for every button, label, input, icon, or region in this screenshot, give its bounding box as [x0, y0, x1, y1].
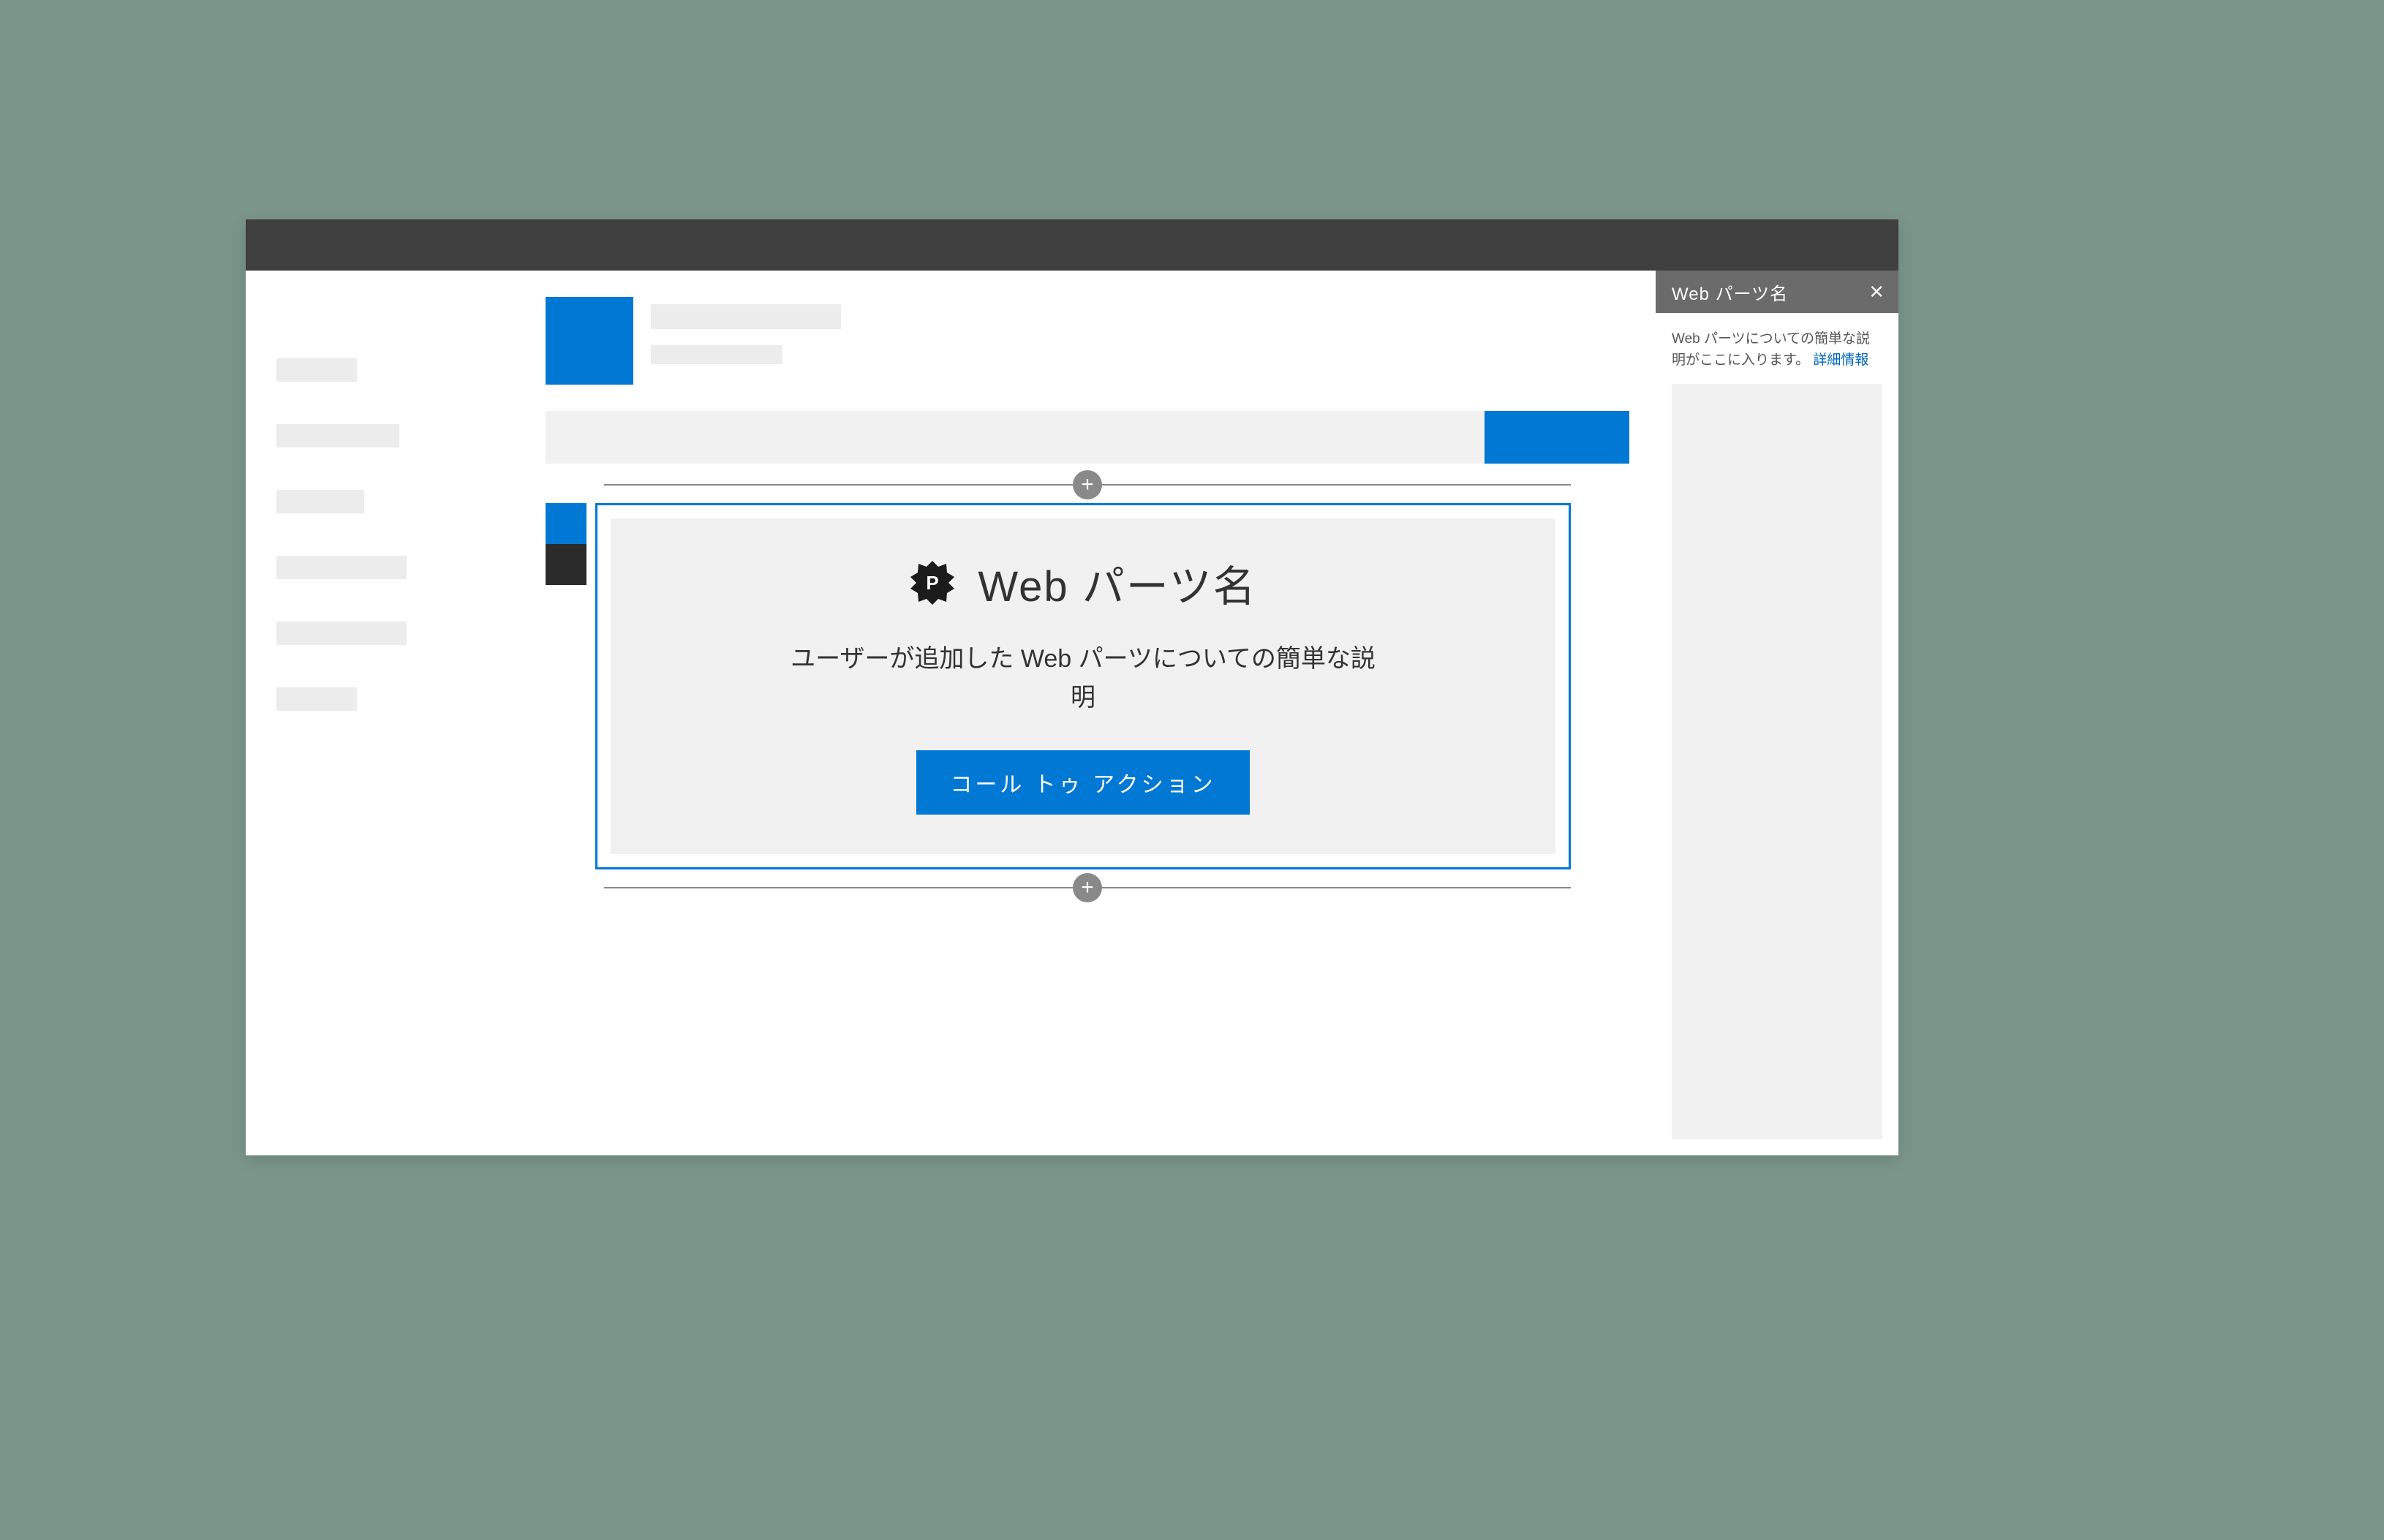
left-nav	[246, 271, 538, 1155]
site-header	[546, 297, 1629, 385]
webpart-selection-frame[interactable]: P Web パーツ名 ユーザーが追加した Web パーツについての簡単な説明 コ…	[595, 503, 1571, 869]
svg-text:P: P	[927, 572, 939, 594]
site-subtitle-placeholder	[651, 345, 782, 364]
webpart-description: ユーザーが追加した Web パーツについての簡単な説明	[783, 640, 1383, 717]
move-webpart-button[interactable]	[546, 544, 586, 585]
site-title-placeholder	[651, 304, 841, 329]
close-icon[interactable]: ✕	[1868, 281, 1885, 303]
learn-more-link[interactable]: 詳細情報	[1813, 352, 1868, 368]
browser-window: + P	[246, 219, 1898, 1155]
site-logo[interactable]	[546, 297, 633, 385]
nav-item[interactable]	[276, 687, 357, 711]
webpart-placeholder: P Web パーツ名 ユーザーが追加した Web パーツについての簡単な説明 コ…	[611, 518, 1555, 854]
window-titlebar	[246, 219, 1898, 271]
property-pane-title: Web パーツ名	[1672, 279, 1868, 305]
command-bar-track	[546, 411, 1485, 464]
edit-webpart-button[interactable]	[546, 503, 586, 544]
webpart-title: Web パーツ名	[978, 552, 1256, 614]
nav-item[interactable]	[276, 424, 399, 448]
property-pane-description: Web パーツについての簡単な説明がここに入ります。 詳細情報	[1656, 313, 1898, 384]
nav-item[interactable]	[276, 556, 407, 579]
preview-badge-icon: P	[909, 559, 956, 606]
plus-icon[interactable]: +	[1073, 873, 1102, 902]
stage: + P	[0, 0, 2384, 1540]
webpart-title-row: P Web パーツ名	[909, 552, 1256, 614]
property-pane: Web パーツ名 ✕ Web パーツについての簡単な説明がここに入ります。 詳細…	[1656, 271, 1898, 1155]
property-pane-header: Web パーツ名 ✕	[1656, 271, 1898, 313]
add-section-divider-top: +	[604, 484, 1571, 486]
plus-icon[interactable]: +	[1073, 470, 1102, 499]
nav-item[interactable]	[276, 622, 407, 645]
app-body: + P	[246, 271, 1898, 1155]
add-section-divider-bottom: +	[604, 887, 1571, 888]
nav-item[interactable]	[276, 490, 364, 513]
webpart-toolbar	[546, 503, 586, 869]
nav-item[interactable]	[276, 358, 357, 382]
call-to-action-button[interactable]: コール トゥ アクション	[916, 750, 1249, 815]
command-bar-primary-button[interactable]	[1485, 411, 1629, 464]
main-column: + P	[538, 271, 1656, 1155]
canvas-row: P Web パーツ名 ユーザーが追加した Web パーツについての簡単な説明 コ…	[546, 503, 1571, 869]
property-pane-body	[1672, 384, 1882, 1139]
site-title-area	[651, 297, 841, 364]
command-bar	[546, 411, 1629, 464]
